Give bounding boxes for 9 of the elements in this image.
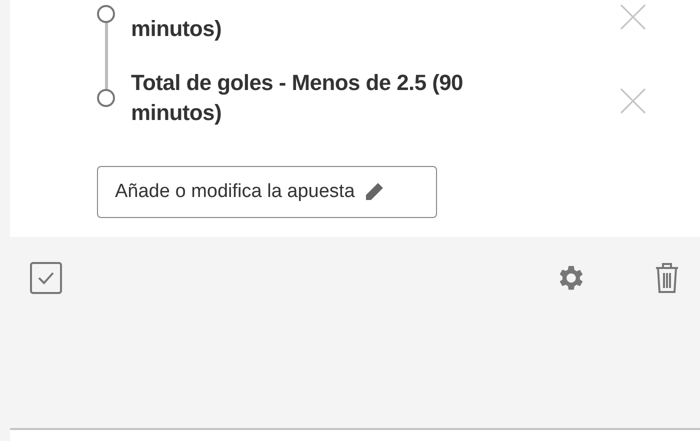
trash-icon[interactable] <box>654 262 680 294</box>
edit-bet-button[interactable]: Añade o modifica la apuesta <box>97 166 437 218</box>
selection-label: Total de goles - Menos de 2.5 (90 minutos) <box>131 69 464 127</box>
close-icon <box>620 4 646 30</box>
timeline-dot-icon <box>97 5 115 23</box>
selection-label: minutos) <box>131 15 222 43</box>
close-icon <box>620 88 646 114</box>
timeline-dot-icon <box>97 89 115 107</box>
checkbox-icon[interactable] <box>30 262 62 294</box>
